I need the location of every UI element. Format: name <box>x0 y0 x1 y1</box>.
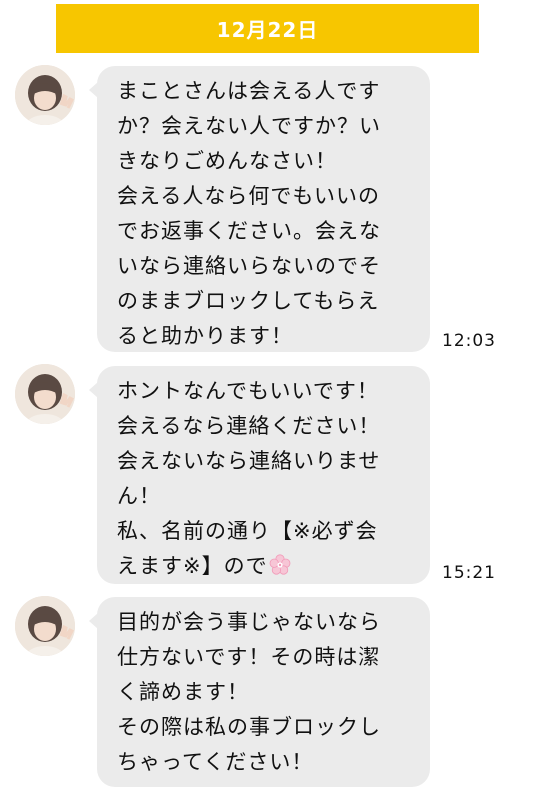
message-line: まことさんは会える人です <box>117 79 381 103</box>
message-line: その際は私の事ブロックし <box>117 715 381 739</box>
message-line: 会えないなら連絡いりませ <box>117 449 381 473</box>
date-label: 12月22日 <box>216 18 319 42</box>
avatar[interactable] <box>15 596 75 656</box>
message-line: でお返事ください。会えな <box>117 219 381 243</box>
message-line: 会えるなら連絡ください！ <box>117 414 381 438</box>
message-time: 15:21 <box>442 563 496 583</box>
message-line: 会える人なら何でもいいの <box>117 184 380 208</box>
avatar[interactable] <box>15 364 75 424</box>
bubble-tail <box>89 82 98 98</box>
message-line: ホントなんでもいいです！ <box>117 379 379 403</box>
message-line: 私、名前の通り【※必ず会 <box>117 519 378 543</box>
message-line: いなら連絡いらないのでそ <box>117 254 381 278</box>
message-time: 12:03 <box>442 331 496 351</box>
message-bubble: 目的が会う事じゃないなら 仕方ないです！その時は潔 く諦めます！ その際は私の事… <box>89 597 430 787</box>
message-line: のままブロックしてもらえ <box>117 289 380 313</box>
message-line: ん！ <box>117 484 161 508</box>
avatar[interactable] <box>15 65 75 125</box>
message-line: えます※】ので <box>117 549 414 584</box>
message-line: きなりごめんなさい！ <box>117 149 337 173</box>
message-line: ちゃってください！ <box>117 750 314 774</box>
message-line: ると助かります！ <box>117 324 293 348</box>
date-banner: 12月22日 <box>56 4 479 53</box>
bubble-tail <box>89 382 98 398</box>
message-bubble: ホントなんでもいいです！ 会えるなら連絡ください！ 会えないなら連絡いりませ ん… <box>89 366 430 584</box>
message-line: か？会えない人ですか？い <box>117 114 381 138</box>
bubble-tail <box>89 613 98 629</box>
message-line: 目的が会う事じゃないなら <box>117 610 381 634</box>
message-line: く諦めます！ <box>117 680 249 704</box>
message-line-text: えます※】ので <box>117 554 268 578</box>
cherry-blossom-icon <box>268 553 292 577</box>
message-line: 仕方ないです！その時は潔 <box>117 645 381 669</box>
message-bubble: まことさんは会える人です か？会えない人ですか？い きなりごめんなさい！ 会える… <box>89 66 430 352</box>
